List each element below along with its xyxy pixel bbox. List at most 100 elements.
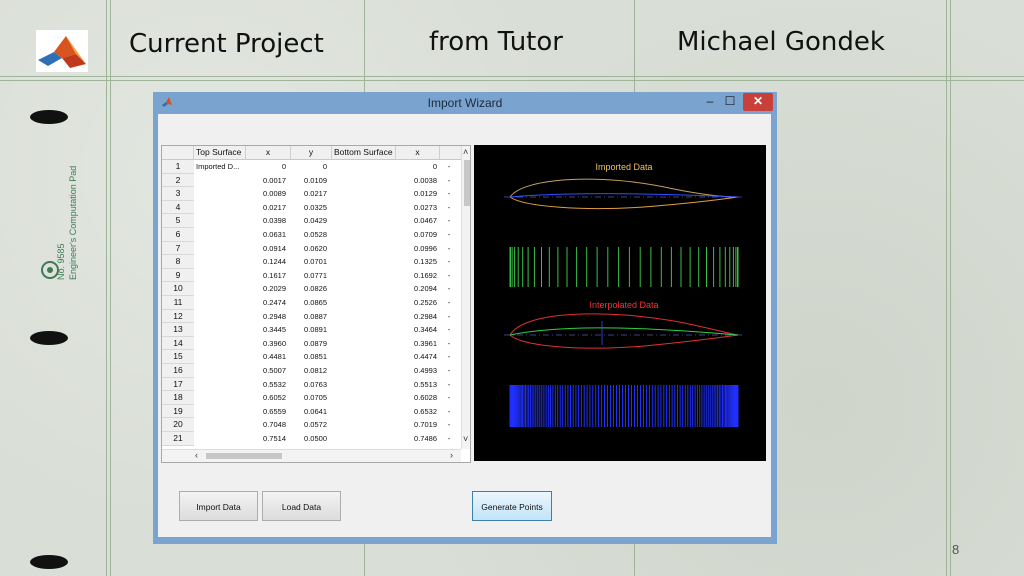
table-cell[interactable]: 0.0914 (246, 242, 286, 256)
table-cell[interactable] (196, 187, 248, 201)
table-cell[interactable]: 0.1617 (246, 269, 286, 283)
minimize-button[interactable]: – (701, 93, 719, 111)
table-cell[interactable]: 0.0273 (396, 201, 437, 215)
table-cell[interactable]: 0.0572 (291, 418, 327, 432)
table-cell[interactable]: 0.0641 (291, 405, 327, 419)
close-button[interactable]: ✕ (743, 93, 773, 111)
column-header[interactable]: x (246, 146, 291, 159)
table-cell[interactable] (196, 296, 248, 310)
table-cell[interactable]: Imported D... (196, 160, 248, 174)
table-cell[interactable]: 0.4474 (396, 350, 437, 364)
table-cell[interactable] (196, 391, 248, 405)
table-cell[interactable] (196, 174, 248, 188)
row-number[interactable]: 8 (162, 255, 194, 269)
table-cell[interactable]: 0.6559 (246, 405, 286, 419)
table-cell[interactable]: 0 (291, 160, 327, 174)
table-cell[interactable]: 0.0891 (291, 323, 327, 337)
table-cell[interactable]: 0.0129 (396, 187, 437, 201)
table-cell[interactable]: 0.0398 (246, 214, 286, 228)
table-cell[interactable] (196, 282, 248, 296)
scroll-down-icon[interactable]: ˅ (463, 434, 468, 444)
column-header[interactable]: y (291, 146, 332, 159)
column-header[interactable]: Bottom Surface (332, 146, 396, 159)
row-number[interactable]: 4 (162, 200, 194, 215)
table-cell[interactable] (196, 418, 248, 432)
table-cell[interactable] (196, 432, 248, 446)
scroll-right-icon[interactable]: › (450, 450, 453, 460)
horizontal-scrollbar[interactable]: ‹ › (162, 449, 461, 462)
table-cell[interactable] (196, 323, 248, 337)
table-cell[interactable] (196, 350, 248, 364)
table-cell[interactable]: 0.0429 (291, 214, 327, 228)
table-cell[interactable]: 0.3961 (396, 337, 437, 351)
table-cell[interactable]: 0 (246, 160, 286, 174)
column-header[interactable]: x (396, 146, 440, 159)
table-cell[interactable]: 0.0709 (396, 228, 437, 242)
table-cell[interactable]: 0.0217 (246, 201, 286, 215)
load-data-button[interactable]: Load Data (262, 491, 341, 521)
row-number[interactable]: 9 (162, 268, 194, 283)
table-cell[interactable]: 0.5513 (396, 378, 437, 392)
table-cell[interactable]: 0.0865 (291, 296, 327, 310)
table-cell[interactable] (196, 242, 248, 256)
row-number[interactable]: 21 (162, 432, 194, 446)
window-titlebar[interactable]: Import Wizard – ☐ ✕ (153, 92, 777, 114)
maximize-button[interactable]: ☐ (721, 93, 739, 111)
generate-points-button[interactable]: Generate Points (472, 491, 552, 521)
table-cell[interactable]: 0.7514 (246, 432, 286, 446)
table-cell[interactable]: 0.0879 (291, 337, 327, 351)
table-cell[interactable] (196, 228, 248, 242)
table-cell[interactable]: 0.0887 (291, 310, 327, 324)
table-cell[interactable]: 0.0038 (396, 174, 437, 188)
table-cell[interactable]: 0.0701 (291, 255, 327, 269)
row-number[interactable]: 13 (162, 323, 194, 337)
table-cell[interactable]: 0.6052 (246, 391, 286, 405)
table-cell[interactable]: 0.4481 (246, 350, 286, 364)
row-number[interactable]: 17 (162, 377, 194, 392)
table-cell[interactable]: 0.0528 (291, 228, 327, 242)
row-number[interactable]: 1 (162, 160, 194, 174)
table-cell[interactable] (196, 214, 248, 228)
table-cell[interactable]: 0.0812 (291, 364, 327, 378)
table-cell[interactable]: 0.1244 (246, 255, 286, 269)
table-cell[interactable]: 0.6028 (396, 391, 437, 405)
table-cell[interactable]: 0.2526 (396, 296, 437, 310)
row-number[interactable]: 6 (162, 228, 194, 242)
table-cell[interactable]: 0.0217 (291, 187, 327, 201)
table-cell[interactable]: 0.0996 (396, 242, 437, 256)
table-cell[interactable]: 0.0500 (291, 432, 327, 446)
data-table[interactable]: Top Surface x y Bottom Surface x 1 Import… (161, 145, 471, 463)
row-number[interactable]: 16 (162, 364, 194, 378)
table-cell[interactable]: 0.0631 (246, 228, 286, 242)
table-cell[interactable]: 0.0705 (291, 391, 327, 405)
table-cell[interactable]: 0.0467 (396, 214, 437, 228)
row-number[interactable]: 18 (162, 391, 194, 405)
table-cell[interactable]: 0.7019 (396, 418, 437, 432)
horizontal-scroll-thumb[interactable] (206, 453, 282, 459)
table-cell[interactable] (196, 310, 248, 324)
row-number[interactable]: 11 (162, 296, 194, 310)
scroll-left-icon[interactable]: ‹ (195, 450, 198, 460)
vertical-scroll-thumb[interactable] (464, 160, 470, 206)
table-cell[interactable]: 0.0851 (291, 350, 327, 364)
row-number[interactable]: 14 (162, 336, 194, 351)
table-cell[interactable]: 0.3960 (246, 337, 286, 351)
table-cell[interactable]: 0.0771 (291, 269, 327, 283)
table-cell[interactable]: 0.1325 (396, 255, 437, 269)
table-cell[interactable] (196, 269, 248, 283)
table-cell[interactable] (196, 201, 248, 215)
row-number[interactable]: 19 (162, 404, 194, 419)
table-cell[interactable]: 0.0763 (291, 378, 327, 392)
vertical-scrollbar[interactable]: ˄ ˅ (461, 146, 470, 449)
table-cell[interactable] (196, 255, 248, 269)
table-cell[interactable]: 0.3445 (246, 323, 286, 337)
table-cell[interactable]: 0.7048 (246, 418, 286, 432)
table-cell[interactable]: 0.2474 (246, 296, 286, 310)
table-cell[interactable] (196, 337, 248, 351)
table-cell[interactable]: 0.0325 (291, 201, 327, 215)
row-number[interactable]: 10 (162, 282, 194, 296)
row-number[interactable]: 3 (162, 187, 194, 201)
table-cell[interactable] (196, 364, 248, 378)
table-cell[interactable]: 0.6532 (396, 405, 437, 419)
table-cell[interactable]: 0.2948 (246, 310, 286, 324)
